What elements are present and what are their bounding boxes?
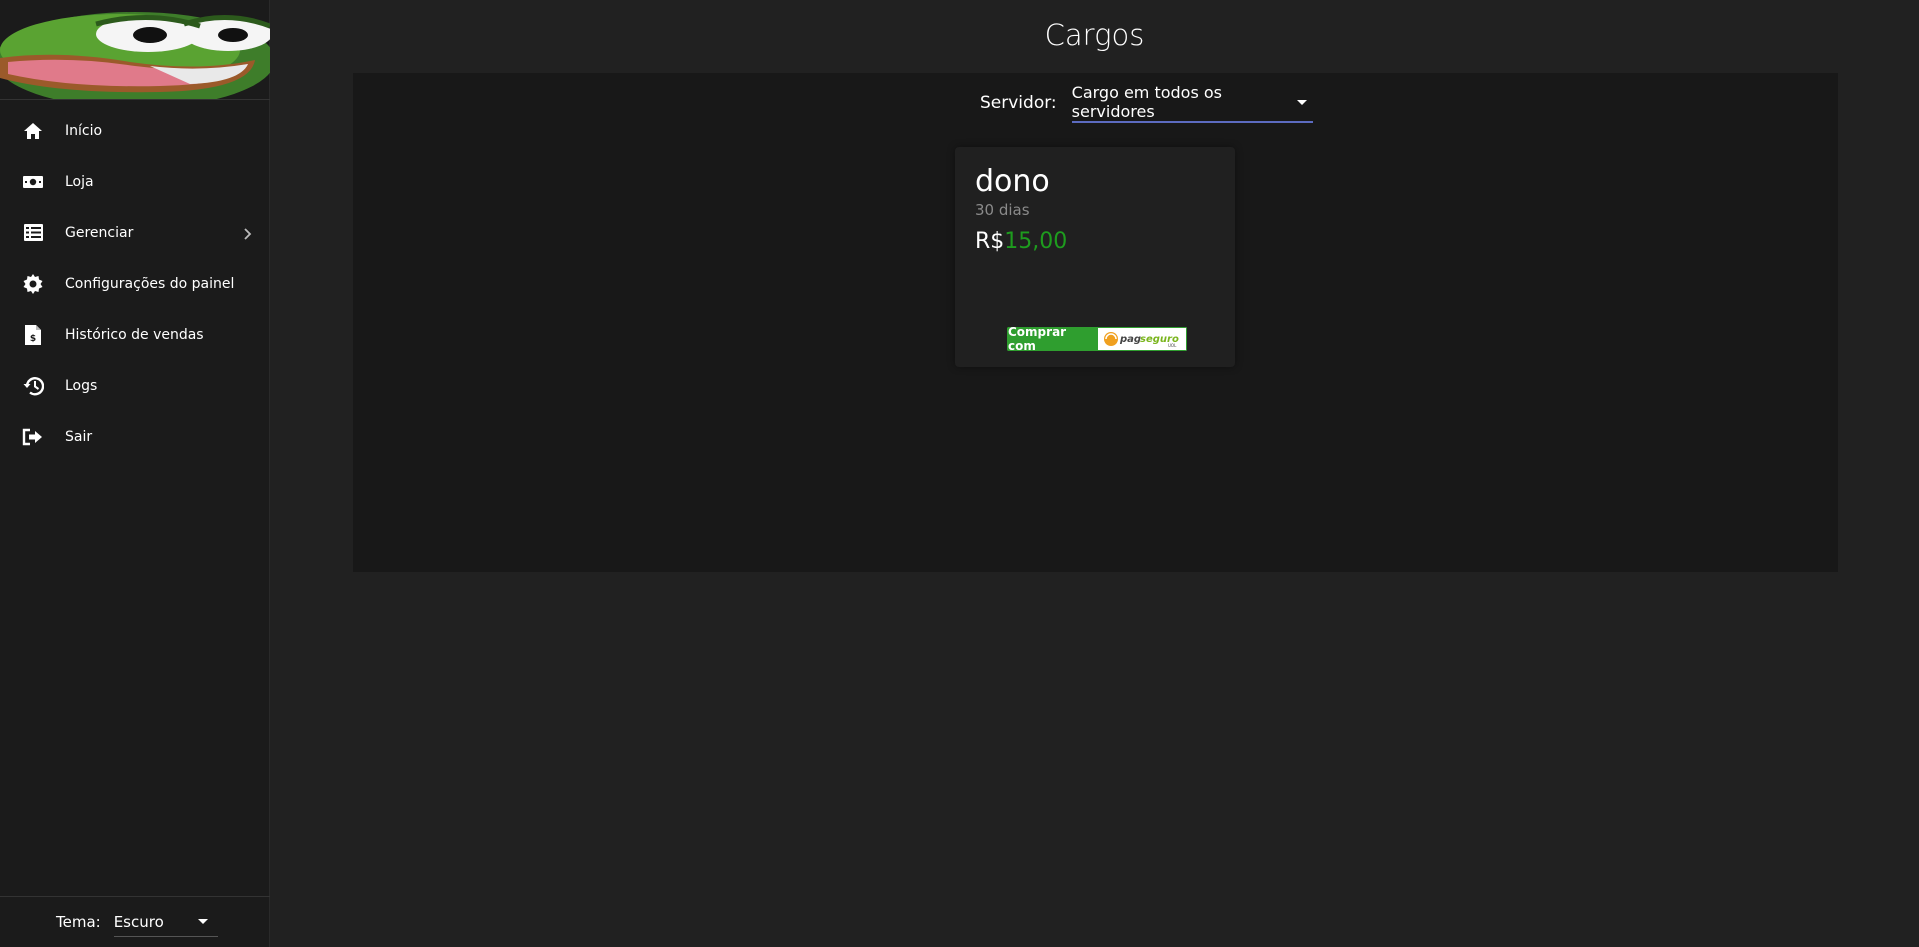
list-icon	[22, 222, 44, 244]
frog-logo-image	[0, 12, 270, 99]
price-currency: R$	[975, 229, 1005, 254]
buy-with-pagseguro-button[interactable]: Comprar com pag seguro UOL	[1007, 327, 1187, 351]
sidebar-item-label: Histórico de vendas	[65, 326, 204, 343]
money-icon	[22, 171, 44, 193]
sidebar-nav: Início Loja Gerenciar Configurações do p…	[0, 105, 270, 462]
logout-icon	[22, 426, 44, 448]
server-select-value: Cargo em todos os servidores	[1071, 83, 1223, 121]
role-price: R$15,00	[975, 229, 1067, 254]
frog-logo[interactable]	[0, 0, 270, 100]
sidebar-item-label: Sair	[65, 428, 93, 445]
history-icon	[22, 375, 44, 397]
svg-text:pag: pag	[1119, 334, 1141, 345]
pagseguro-logo: pag seguro UOL	[1097, 327, 1187, 351]
role-duration: 30 dias	[975, 201, 1030, 219]
sidebar-item-sair[interactable]: Sair	[0, 411, 270, 462]
sidebar-item-loja[interactable]: Loja	[0, 156, 270, 207]
sidebar-item-label: Loja	[65, 173, 94, 190]
sidebar-item-label: Logs	[65, 377, 98, 394]
sidebar-item-label: Gerenciar	[65, 224, 134, 241]
svg-text:UOL: UOL	[1168, 343, 1177, 348]
invoice-icon: $	[22, 324, 44, 346]
home-icon	[22, 120, 44, 142]
caret-down-icon	[1296, 99, 1307, 105]
sidebar-item-label: Configurações do painel	[65, 275, 235, 292]
svg-text:$: $	[30, 334, 36, 344]
main-panel: Servidor: Cargo em todos os servidores d…	[353, 73, 1838, 572]
role-card: dono 30 dias R$15,00 Comprar com pag seg…	[955, 147, 1235, 367]
sidebar-item-gerenciar[interactable]: Gerenciar	[0, 207, 270, 258]
role-name: dono	[975, 164, 1050, 199]
sidebar-item-logs[interactable]: Logs	[0, 360, 270, 411]
theme-select-value: Escuro	[113, 912, 164, 931]
server-select[interactable]: Cargo em todos os servidores	[1071, 83, 1313, 123]
sidebar-item-historico[interactable]: $ Histórico de vendas	[0, 309, 270, 360]
sidebar-item-configuracoes[interactable]: Configurações do painel	[0, 258, 270, 309]
server-label: Servidor:	[980, 93, 1057, 113]
chevron-right-icon	[242, 226, 252, 240]
theme-selector-bar: Tema: Escuro	[0, 896, 270, 947]
price-amount: 15,00	[1004, 229, 1068, 254]
theme-select[interactable]: Escuro	[113, 907, 218, 937]
gear-icon	[22, 273, 44, 295]
sidebar-item-inicio[interactable]: Início	[0, 105, 270, 156]
server-filter: Servidor: Cargo em todos os servidores	[980, 83, 1313, 123]
page-title: Cargos	[1044, 18, 1145, 52]
buy-button-label: Comprar com	[1007, 327, 1097, 351]
caret-down-icon	[197, 919, 208, 924]
sidebar-item-label: Início	[65, 122, 103, 139]
theme-label: Tema:	[56, 913, 101, 931]
sidebar: Início Loja Gerenciar Configurações do p…	[0, 0, 270, 947]
